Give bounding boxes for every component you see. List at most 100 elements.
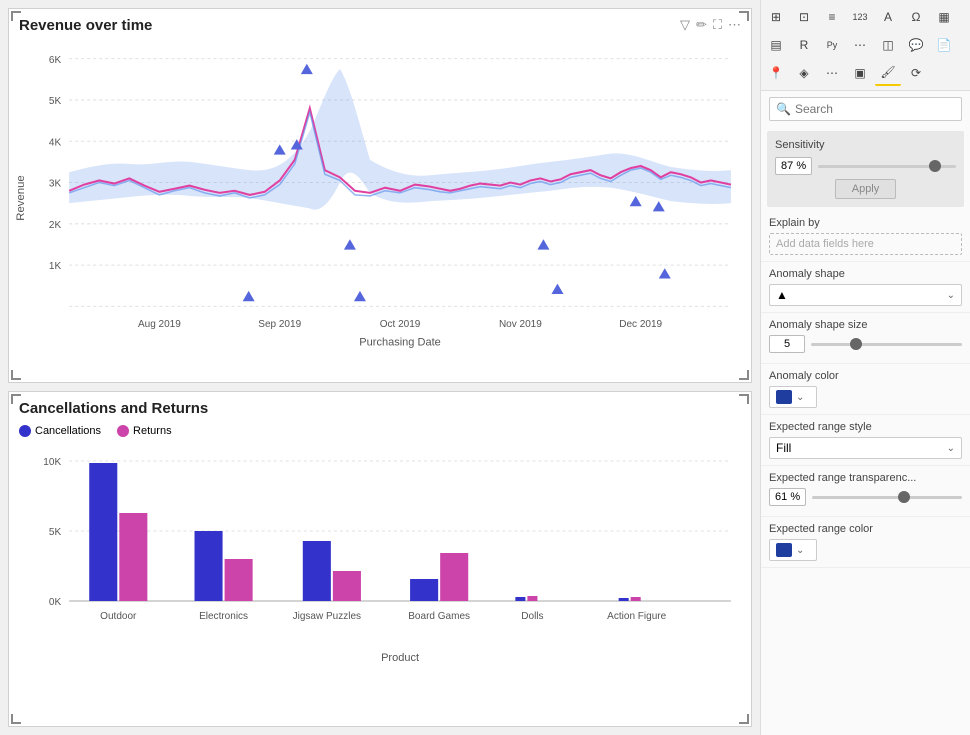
- line-chart-title: Revenue over time: [9, 9, 751, 38]
- anomaly-color-box: [776, 390, 792, 404]
- svg-text:Sep 2019: Sep 2019: [258, 319, 301, 330]
- anomaly-color-swatch[interactable]: ⌄: [769, 386, 817, 408]
- expected-range-trans-slider[interactable]: [812, 496, 962, 499]
- anomaly-color-section: Anomaly color ⌄: [761, 364, 970, 415]
- filter-icon[interactable]: ▽: [680, 17, 690, 33]
- tb-icon-rect[interactable]: ◫: [875, 32, 901, 58]
- tb-icon-text[interactable]: A: [875, 4, 901, 30]
- svg-text:Outdoor: Outdoor: [100, 611, 137, 622]
- expected-range-style-value: Fill: [776, 441, 791, 455]
- tb-icon-diamond[interactable]: ◈: [791, 60, 817, 86]
- tb-icon-paint[interactable]: 🖌: [875, 60, 901, 86]
- svg-text:Action Figure: Action Figure: [607, 611, 666, 622]
- tb-icon-analytics[interactable]: ⟳: [903, 60, 929, 86]
- anomaly-size-slider-row: 5: [769, 335, 962, 353]
- expected-range-trans-value: 61 %: [769, 488, 806, 506]
- anomaly-color-chevron: ⌄: [796, 392, 804, 403]
- bar-corner-br: [739, 714, 749, 724]
- anomaly-shape-label: Anomaly shape: [769, 268, 962, 280]
- svg-text:Oct 2019: Oct 2019: [380, 319, 421, 330]
- tb-icon-R[interactable]: R: [791, 32, 817, 58]
- search-icon: 🔍: [776, 102, 791, 116]
- right-panel: ⊞ ⊡ ≡ 123 A Ω ▦ ▤ R Py ⋯ ◫ 💬 📄 📍 ◈ ⋯ ▣ 🖌…: [760, 0, 970, 735]
- svg-text:3K: 3K: [49, 179, 61, 190]
- svg-text:0K: 0K: [49, 597, 62, 608]
- sensitivity-value: 87 %: [775, 157, 812, 175]
- svg-text:5K: 5K: [49, 96, 61, 107]
- tb-icon-table[interactable]: ⊡: [791, 4, 817, 30]
- tb-icon-py[interactable]: Py: [819, 32, 845, 58]
- anomaly-shape-dropdown[interactable]: ▲ ⌄: [769, 284, 962, 306]
- expected-range-color-label: Expected range color: [769, 523, 962, 535]
- anomaly-color-label: Anomaly color: [769, 370, 962, 382]
- svg-text:Electronics: Electronics: [199, 611, 248, 622]
- anomaly-size-label: Anomaly shape size: [769, 319, 962, 331]
- bar-corner-tl: [11, 394, 21, 404]
- expected-range-color-chevron: ⌄: [796, 545, 804, 556]
- sensitivity-slider[interactable]: [818, 165, 956, 168]
- svg-text:Board Games: Board Games: [408, 611, 470, 622]
- tb-icon-123[interactable]: 123: [847, 4, 873, 30]
- tb-icon-more2[interactable]: ⋯: [819, 60, 845, 86]
- anomaly-shape-section: Anomaly shape ▲ ⌄: [761, 262, 970, 313]
- svg-text:Jigsaw Puzzles: Jigsaw Puzzles: [293, 611, 361, 622]
- bar-chart-container: Cancellations and Returns Cancellations …: [8, 391, 752, 727]
- svg-text:5K: 5K: [49, 527, 62, 538]
- sensitivity-label: Sensitivity: [775, 139, 956, 151]
- tb-icon-table2[interactable]: ▣: [847, 60, 873, 86]
- edit-icon[interactable]: ✏: [696, 17, 707, 33]
- svg-text:Dec 2019: Dec 2019: [619, 319, 662, 330]
- anomaly-size-slider[interactable]: [811, 343, 962, 346]
- tb-icon-omega[interactable]: Ω: [903, 4, 929, 30]
- expected-range-color-section: Expected range color ⌄: [761, 517, 970, 568]
- svg-text:Product: Product: [381, 652, 419, 664]
- more-icon[interactable]: ⋯: [728, 17, 741, 33]
- expected-range-trans-section: Expected range transparenc... 61 %: [761, 466, 970, 517]
- svg-text:Nov 2019: Nov 2019: [499, 319, 542, 330]
- line-chart-svg: 6K 5K 4K 3K 2K 1K Revenue Aug 2019 Sep 2…: [9, 38, 751, 358]
- bar-chart-legend: Cancellations Returns: [9, 421, 751, 441]
- sensitivity-section: Sensitivity 87 % Apply: [767, 131, 964, 207]
- toolbar-icons: ⊞ ⊡ ≡ 123 A Ω ▦ ▤ R Py ⋯ ◫ 💬 📄 📍 ◈ ⋯ ▣ 🖌…: [761, 0, 970, 91]
- tb-icon-more1[interactable]: ⋯: [847, 32, 873, 58]
- expected-range-style-chevron: ⌄: [947, 443, 955, 454]
- explain-by-section: Explain by Add data fields here: [761, 211, 970, 262]
- tb-icon-list[interactable]: ≡: [819, 4, 845, 30]
- svg-text:6K: 6K: [49, 55, 61, 66]
- search-box[interactable]: 🔍: [769, 97, 962, 121]
- corner-br: [739, 370, 749, 380]
- svg-text:2K: 2K: [49, 220, 61, 231]
- expected-range-style-section: Expected range style Fill ⌄: [761, 415, 970, 466]
- line-chart-toolbar: ▽ ✏ ⛶ ⋯: [680, 17, 741, 33]
- anomaly-shape-chevron: ⌄: [947, 290, 955, 301]
- bar-corner-tr: [739, 394, 749, 404]
- legend-label-cancellations: Cancellations: [35, 425, 101, 437]
- expected-range-color-box: [776, 543, 792, 557]
- expected-range-trans-label: Expected range transparenc...: [769, 472, 962, 484]
- tb-icon-grid[interactable]: ⊞: [763, 4, 789, 30]
- expand-icon[interactable]: ⛶: [713, 17, 722, 33]
- expected-range-color-swatch[interactable]: ⌄: [769, 539, 817, 561]
- expected-range-trans-slider-row: 61 %: [769, 488, 962, 506]
- svg-text:Purchasing Date: Purchasing Date: [359, 336, 441, 348]
- expected-range-style-label: Expected range style: [769, 421, 962, 433]
- tb-icon-doc[interactable]: 📄: [931, 32, 957, 58]
- expected-range-style-dropdown[interactable]: Fill ⌄: [769, 437, 962, 459]
- search-input[interactable]: [795, 102, 955, 116]
- tb-icon-speech[interactable]: 💬: [903, 32, 929, 58]
- svg-text:4K: 4K: [49, 137, 61, 148]
- svg-text:1K: 1K: [49, 261, 61, 272]
- tb-icon-pin[interactable]: 📍: [763, 60, 789, 86]
- svg-text:10K: 10K: [43, 457, 61, 468]
- line-chart-container: Revenue over time ▽ ✏ ⛶ ⋯ 6K 5K 4K 3K 2K…: [8, 8, 752, 383]
- bar-chart-title: Cancellations and Returns: [9, 392, 751, 421]
- explain-by-field[interactable]: Add data fields here: [769, 233, 962, 255]
- svg-text:Aug 2019: Aug 2019: [138, 319, 181, 330]
- left-panel: Revenue over time ▽ ✏ ⛶ ⋯ 6K 5K 4K 3K 2K…: [0, 0, 760, 735]
- tb-icon-dotgrid[interactable]: ▦: [931, 4, 957, 30]
- anomaly-shape-value: ▲: [776, 288, 788, 302]
- apply-button[interactable]: Apply: [835, 179, 897, 199]
- tb-icon-lines[interactable]: ▤: [763, 32, 789, 58]
- corner-bl: [11, 370, 21, 380]
- bar-chart-svg: 10K 5K 0K Product Outdoor Electronics Ji…: [9, 441, 751, 671]
